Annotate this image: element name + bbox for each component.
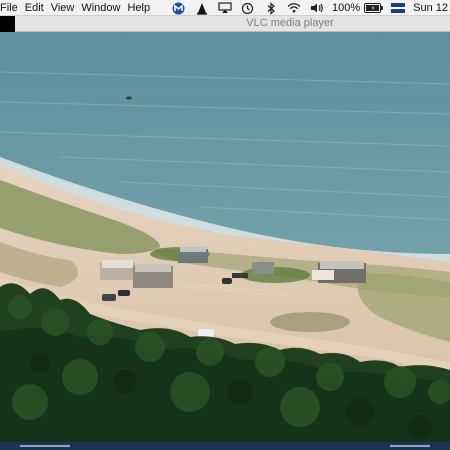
menu-view[interactable]: View (51, 0, 82, 15)
vlc-cone-icon[interactable] (194, 0, 210, 15)
window-title: VLC media player (246, 17, 334, 29)
status-tray: 100% Sun 12 (171, 0, 450, 15)
battery-icon[interactable] (363, 0, 383, 15)
window-titlebar[interactable]: VLC media player (0, 16, 450, 32)
menu-help[interactable]: Help (127, 0, 157, 15)
malwarebytes-icon[interactable] (171, 0, 187, 15)
bluetooth-icon[interactable] (263, 0, 279, 15)
airplay-icon[interactable] (217, 0, 233, 15)
video-control-strip[interactable] (0, 442, 450, 450)
menu-file[interactable]: File (0, 0, 25, 15)
video-frame[interactable] (0, 32, 450, 442)
volume-icon[interactable] (309, 0, 325, 15)
menu-bar: File Edit View Window Help 100% Sun 12 (0, 0, 450, 16)
video-image (0, 32, 450, 442)
flag-icon[interactable] (390, 0, 406, 15)
time-machine-icon[interactable] (240, 0, 256, 15)
menu-window[interactable]: Window (81, 0, 127, 15)
battery-percent[interactable]: 100% (332, 2, 360, 14)
wifi-icon[interactable] (286, 0, 302, 15)
menu-clock[interactable]: Sun 12 (413, 2, 448, 14)
menu-edit[interactable]: Edit (25, 0, 51, 15)
progress-track[interactable] (20, 445, 70, 447)
progress-track-right[interactable] (390, 445, 430, 447)
